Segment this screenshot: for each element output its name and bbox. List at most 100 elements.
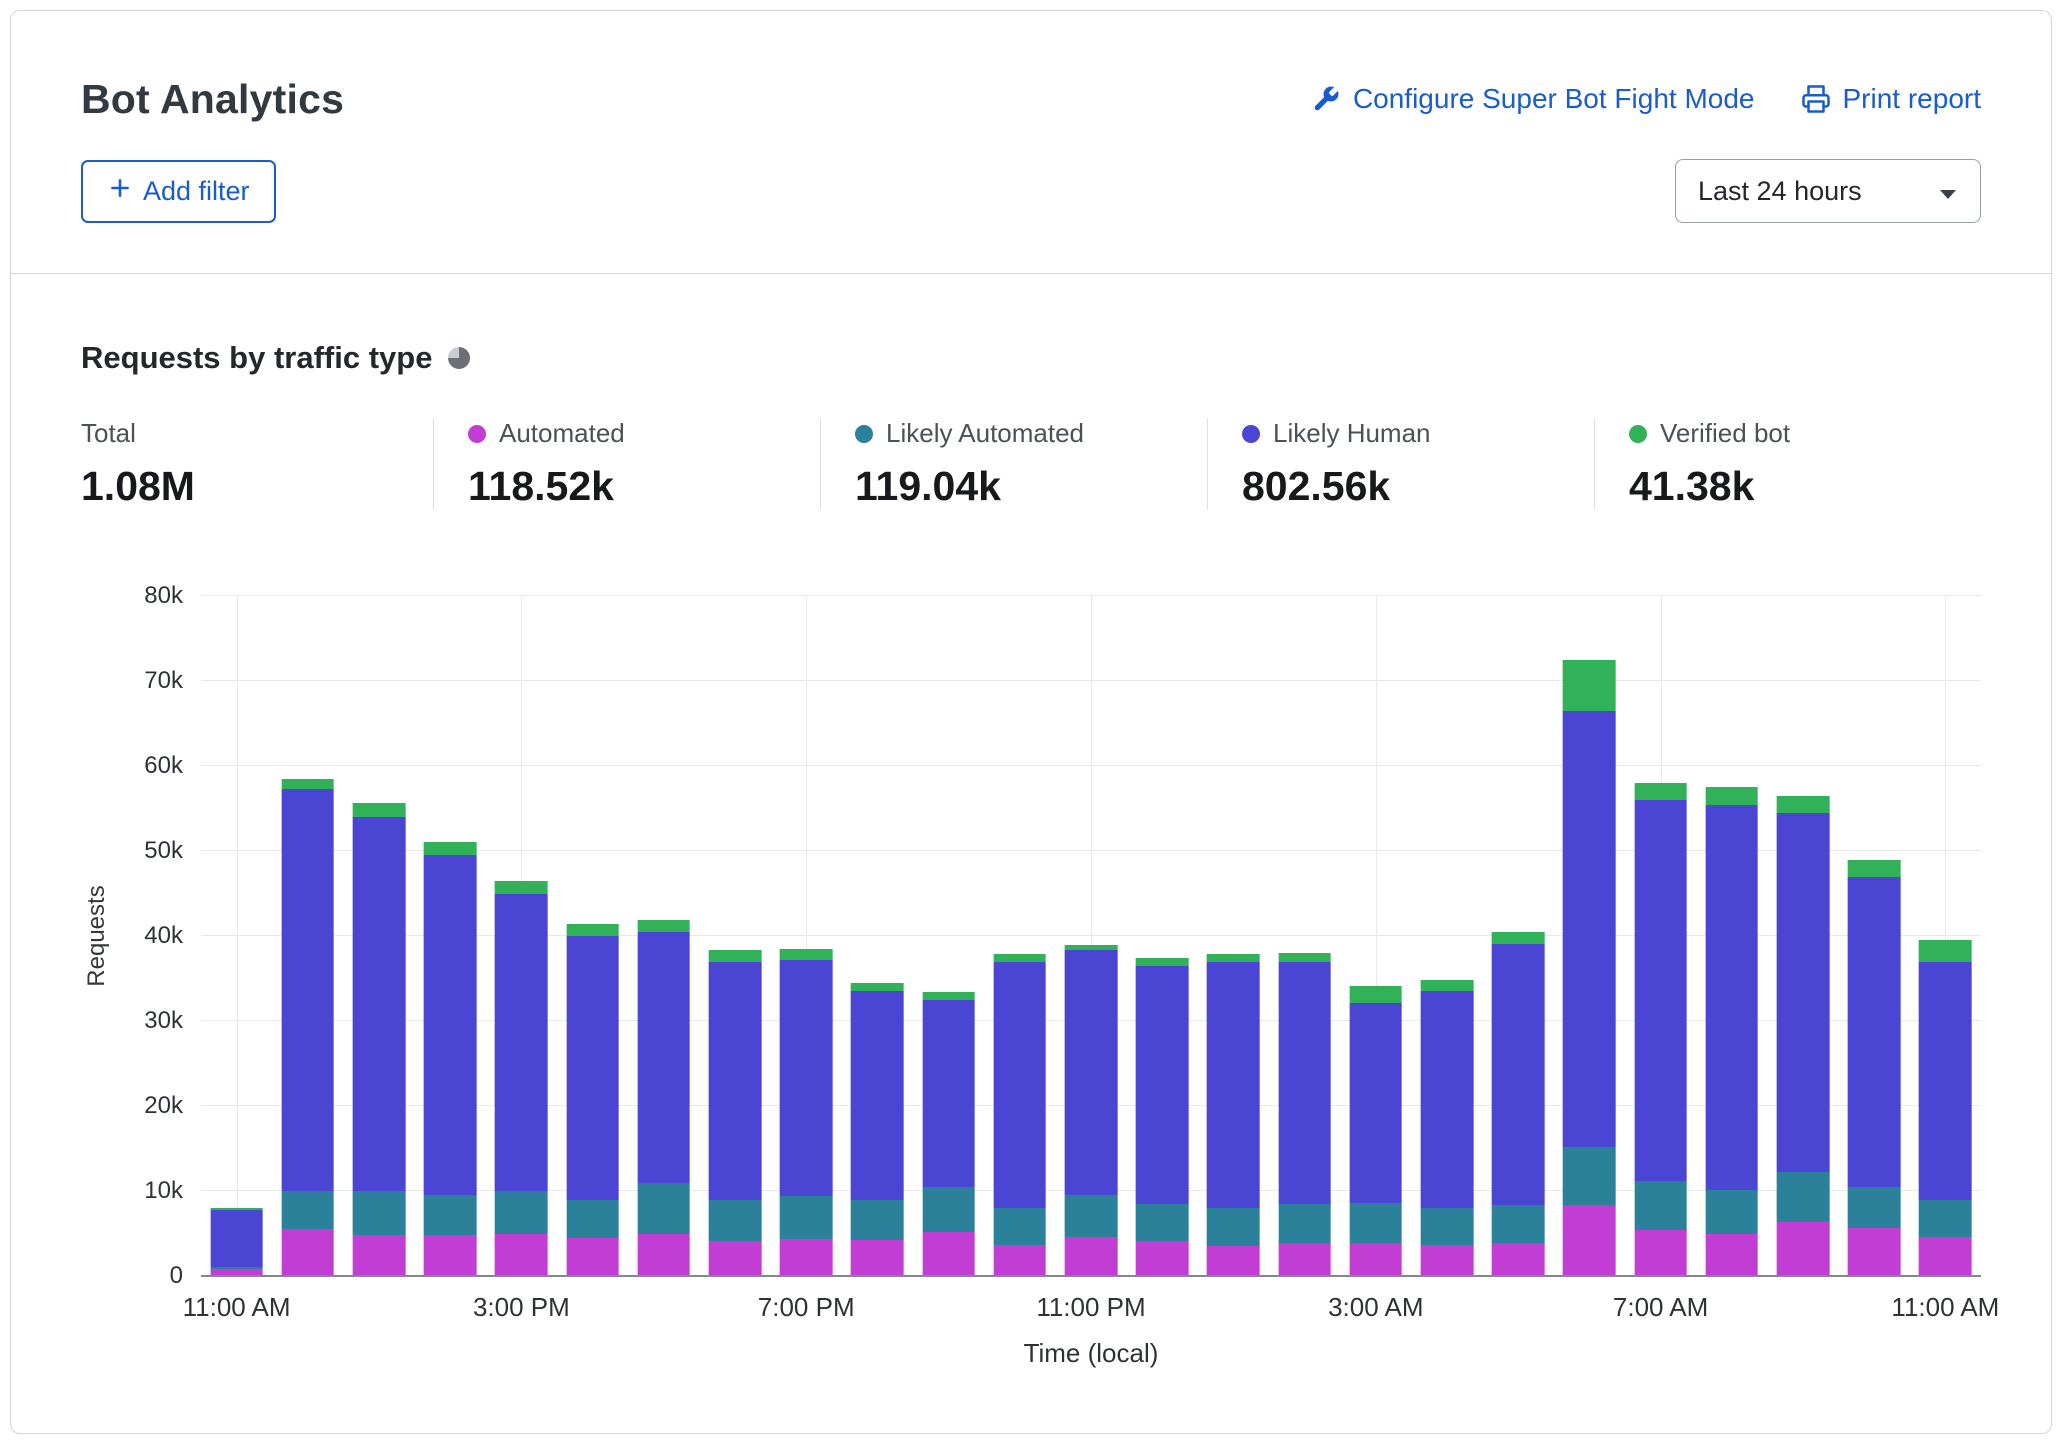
stat-total-value: 1.08M <box>81 463 433 510</box>
stacked-bar[interactable] <box>495 596 548 1276</box>
gridline-h <box>201 1275 1981 1277</box>
stacked-bar[interactable] <box>1848 596 1901 1276</box>
y-tick-label: 40k <box>144 922 183 950</box>
stat-automated-label: Automated <box>499 418 625 449</box>
bar-segment <box>922 1187 975 1232</box>
stat-likely-human[interactable]: Likely Human 802.56k <box>1207 418 1594 510</box>
bar-segment <box>1349 1003 1402 1203</box>
stacked-bar[interactable] <box>1349 596 1402 1276</box>
stacked-bar[interactable] <box>1278 596 1331 1276</box>
stacked-bar[interactable] <box>1421 596 1474 1276</box>
bar-segment <box>1777 1222 1830 1276</box>
stacked-bar[interactable] <box>637 596 690 1276</box>
bar-segment <box>1207 954 1260 962</box>
bot-analytics-card: Bot Analytics Configure Super Bot Fight … <box>10 10 2052 1434</box>
bar-segment <box>566 1238 619 1276</box>
bar-segment <box>993 1208 1046 1245</box>
stat-verified-bot-value: 41.38k <box>1629 463 1981 510</box>
bar-segment <box>566 1200 619 1238</box>
bar-segment <box>281 1191 334 1229</box>
bar-segment <box>1065 1237 1118 1276</box>
bar-segment <box>566 924 619 936</box>
print-report-link[interactable]: Print report <box>1801 83 1982 115</box>
card-content: Requests by traffic type Total 1.08M Aut… <box>11 340 2051 1369</box>
stacked-bar[interactable] <box>922 596 975 1276</box>
bar-segment <box>1207 962 1260 1209</box>
bar-segment <box>1349 1203 1402 1243</box>
x-tick-label: 7:00 AM <box>1613 1292 1708 1323</box>
bar-segment <box>1207 1246 1260 1276</box>
stat-automated[interactable]: Automated 118.52k <box>433 418 820 510</box>
bar-segment <box>353 803 406 817</box>
x-axis-title: Time (local) <box>201 1338 1981 1369</box>
bar-segment <box>495 881 548 894</box>
stacked-bar[interactable] <box>1563 596 1616 1276</box>
stacked-bar[interactable] <box>1777 596 1830 1276</box>
stacked-bar[interactable] <box>281 596 334 1276</box>
plot-area <box>201 596 1981 1276</box>
y-tick-label: 50k <box>144 837 183 865</box>
bar-segment <box>424 1195 477 1235</box>
bar-segment <box>495 1191 548 1234</box>
bar-segment <box>1634 783 1687 800</box>
stacked-bar[interactable] <box>709 596 762 1276</box>
bar-segment <box>1492 932 1545 944</box>
stacked-bar[interactable] <box>1065 596 1118 1276</box>
stat-likely-automated[interactable]: Likely Automated 119.04k <box>820 418 1207 510</box>
stacked-bar[interactable] <box>424 596 477 1276</box>
bar-segment <box>1278 953 1331 962</box>
bar-segment <box>424 842 477 856</box>
stat-automated-value: 118.52k <box>468 463 820 510</box>
y-tick-label: 0 <box>170 1262 183 1290</box>
bar-segment <box>1136 966 1189 1204</box>
bar-segment <box>1919 940 1972 961</box>
stacked-bar[interactable] <box>1634 596 1687 1276</box>
chevron-down-icon <box>1938 176 1958 207</box>
plus-icon <box>107 175 133 208</box>
page-title: Bot Analytics <box>81 76 344 123</box>
bar-segment <box>1563 660 1616 711</box>
bar-segment <box>780 960 833 1196</box>
bar-segment <box>1634 1181 1687 1230</box>
time-range-value: Last 24 hours <box>1698 176 1862 207</box>
add-filter-button[interactable]: Add filter <box>81 160 276 223</box>
bar-segment <box>637 920 690 932</box>
stacked-bar[interactable] <box>566 596 619 1276</box>
stacked-bar[interactable] <box>1919 596 1972 1276</box>
add-filter-label: Add filter <box>143 176 250 207</box>
stacked-bar[interactable] <box>993 596 1046 1276</box>
bar-segment <box>566 936 619 1200</box>
likely-human-dot <box>1242 425 1260 443</box>
bar-segment <box>1563 711 1616 1147</box>
y-axis-title: Requests <box>83 885 111 986</box>
printer-icon <box>1801 84 1831 114</box>
bar-segment <box>851 991 904 1199</box>
stacked-bar[interactable] <box>1136 596 1189 1276</box>
time-range-select[interactable]: Last 24 hours <box>1675 159 1981 223</box>
y-tick-label: 10k <box>144 1177 183 1205</box>
bar-segment <box>993 954 1046 962</box>
bar-segment <box>1065 1195 1118 1237</box>
x-tick-label: 3:00 PM <box>473 1292 570 1323</box>
bar-segment <box>637 1234 690 1276</box>
stacked-bar[interactable] <box>1492 596 1545 1276</box>
stacked-bar[interactable] <box>1705 596 1758 1276</box>
y-tick-label: 60k <box>144 752 183 780</box>
automated-dot <box>468 425 486 443</box>
stat-verified-bot[interactable]: Verified bot 41.38k <box>1594 418 1981 510</box>
stacked-bar[interactable] <box>210 596 263 1276</box>
stacked-bar[interactable] <box>353 596 406 1276</box>
bar-segment <box>1848 860 1901 877</box>
bar-segment <box>1278 1243 1331 1276</box>
stacked-bar[interactable] <box>1207 596 1260 1276</box>
bar-segment <box>851 1240 904 1276</box>
stacked-bar[interactable] <box>851 596 904 1276</box>
stat-total[interactable]: Total 1.08M <box>81 418 433 510</box>
stat-likely-human-value: 802.56k <box>1242 463 1594 510</box>
configure-super-bot-fight-mode-link[interactable]: Configure Super Bot Fight Mode <box>1311 83 1755 115</box>
bar-segment <box>780 1239 833 1276</box>
bar-segment <box>1492 1205 1545 1242</box>
pie-chart-icon <box>448 347 470 369</box>
bar-segment <box>1136 1204 1189 1241</box>
stacked-bar[interactable] <box>780 596 833 1276</box>
